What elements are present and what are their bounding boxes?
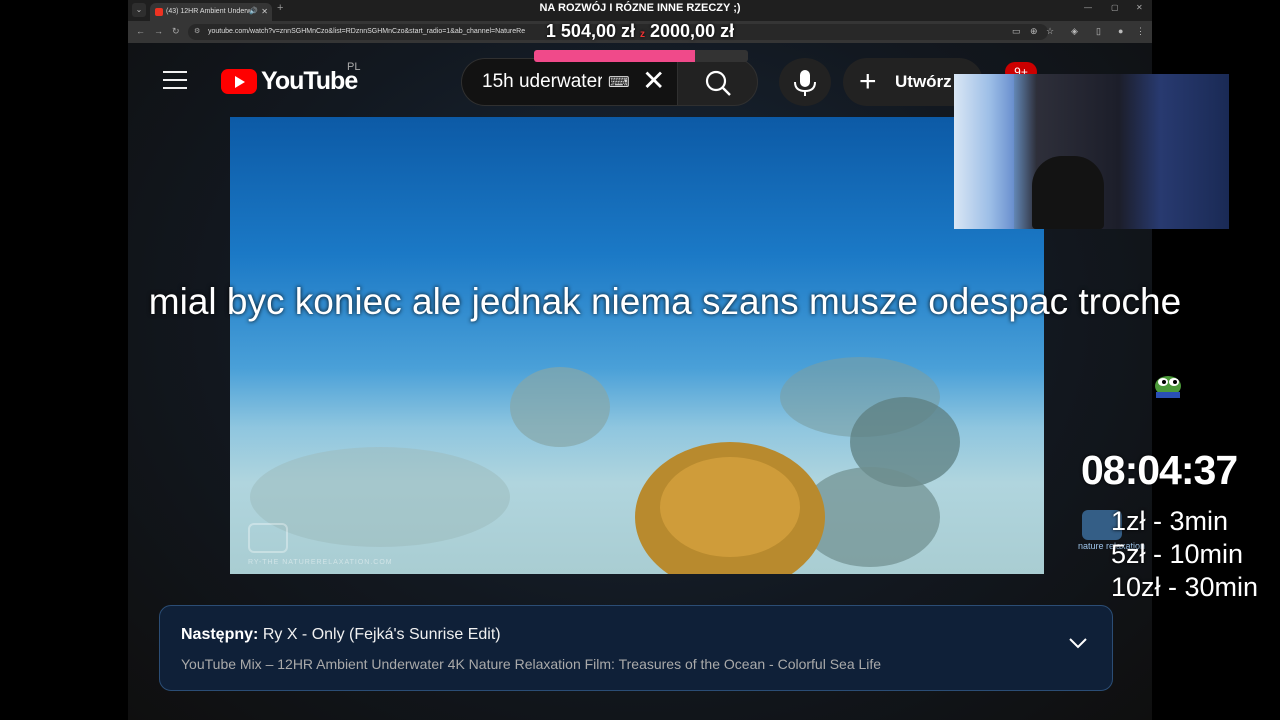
voice-search-button[interactable] [779,58,831,106]
clear-search-icon[interactable]: ✕ [642,65,665,97]
chevron-down-icon[interactable] [1068,634,1088,655]
rate-line: 10zł - 30min [1111,572,1259,602]
goal-current: 1 504,00 zł [545,21,635,41]
search-box[interactable]: ⌨ ✕ [461,58,677,106]
stream-screen: ⌄ (43) 12HR Ambient Underw 🔊 ✕ + — ▢ ✕ ←… [0,0,1280,720]
goal-separator: z [640,29,645,40]
goal-progress-bar [534,50,748,62]
video-player[interactable]: RY-THE NATURERELAXATION.COM [230,117,1044,574]
country-code: PL [347,61,361,73]
stream-title: NA ROZWÓJ I RÓZNE INNE RZECZY ;) [539,2,741,14]
microphone-icon [794,70,816,96]
search-input[interactable] [482,70,602,94]
search-button[interactable] [677,58,758,106]
watermark-text: RY-THE NATURERELAXATION.COM [248,559,393,566]
donation-goal: 1 504,00 zł z 2000,00 zł [0,21,1280,42]
pepe-emote-icon [1155,376,1181,398]
gaming-chair [1032,156,1104,229]
goal-progress-fill [534,50,695,62]
youtube-logo-icon[interactable] [221,69,257,94]
youtube-logo-text[interactable]: YouTube [261,67,358,96]
coral-highlight [660,457,800,557]
guide-menu-icon[interactable] [163,71,187,95]
rate-line: 1zł - 3min [1111,506,1229,536]
search-icon [705,70,731,96]
up-next-card[interactable]: Następny: Ry X - Only (Fejká's Sunrise E… [159,605,1113,691]
up-next-heading: Następny: Ry X - Only (Fejká's Sunrise E… [181,626,501,644]
keyboard-icon[interactable]: ⌨ [608,73,630,91]
stream-caption: mial byc koniec ale jednak niema szans m… [148,281,1182,322]
channel-watermark-icon [248,523,288,553]
window-curtain [954,74,1014,229]
goal-target: 2000,00 zł [650,21,735,41]
webcam-feed [954,74,1229,229]
create-label: Utwórz [895,72,952,91]
plus-icon: + [859,65,877,98]
rate-line: 5zł - 10min [1111,539,1244,569]
mix-title: YouTube Mix – 12HR Ambient Underwater 4K… [181,656,882,672]
reef-rock [250,447,510,547]
subathon-timer: 08:04:37 [1081,447,1238,493]
reef-rock [510,367,610,447]
up-next-title: Ry X - Only (Fejká's Sunrise Edit) [262,626,501,643]
up-next-label: Następny: [181,626,259,643]
